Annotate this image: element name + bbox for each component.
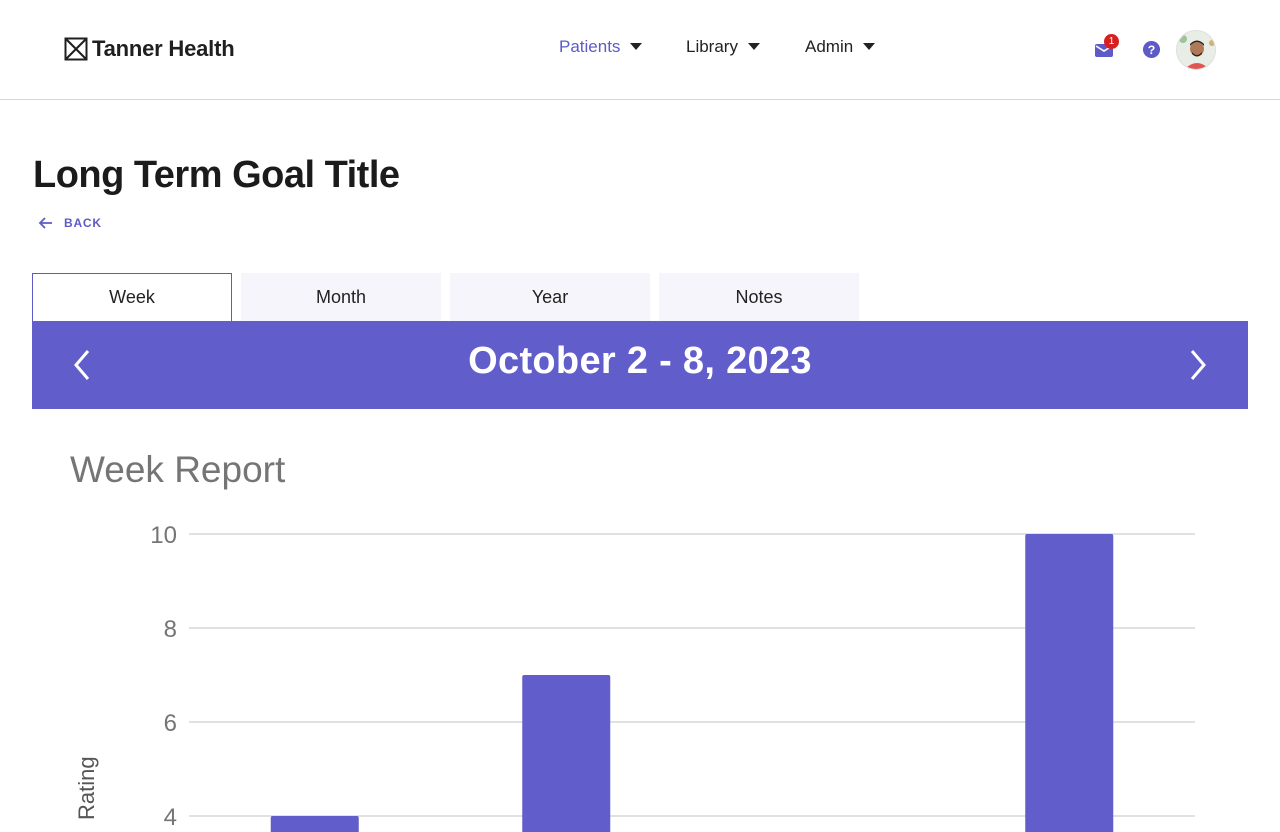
bar	[270, 816, 359, 832]
brand[interactable]: Tanner Health	[64, 36, 235, 62]
tab-week[interactable]: Week	[32, 273, 232, 321]
user-avatar-icon	[1177, 31, 1215, 69]
y-tick-label: 10	[150, 522, 177, 549]
nav-library-label: Library	[686, 37, 738, 56]
nav-patients-label: Patients	[559, 37, 621, 56]
nav-admin[interactable]: Admin	[805, 37, 876, 57]
y-tick-label: 6	[164, 710, 177, 737]
nav-admin-label: Admin	[805, 37, 854, 56]
bar	[1025, 534, 1114, 832]
back-label: BACK	[64, 216, 102, 230]
page-title: Long Term Goal Title	[33, 154, 400, 196]
logo-icon	[64, 37, 88, 61]
back-link[interactable]: BACK	[38, 215, 102, 231]
brand-name: Tanner Health	[92, 36, 235, 61]
caret-down-icon	[863, 43, 876, 50]
tab-month[interactable]: Month	[241, 273, 441, 321]
nav-patients[interactable]: Patients	[559, 37, 643, 57]
y-tick-label: 4	[164, 804, 177, 831]
bar	[522, 675, 611, 832]
chevron-right-icon[interactable]	[1184, 345, 1212, 385]
avatar[interactable]	[1176, 30, 1216, 70]
arrow-left-icon	[38, 217, 52, 229]
help-icon[interactable]: ?	[1142, 40, 1161, 59]
tab-year[interactable]: Year	[450, 273, 650, 321]
top-navigation-bar: Tanner Health Patients Library Admin 1 ?	[0, 0, 1280, 100]
y-tick-label: 8	[164, 616, 177, 643]
caret-down-icon	[630, 43, 643, 50]
y-axis-label: Rating	[74, 756, 99, 820]
caret-down-icon	[747, 43, 760, 50]
tab-notes[interactable]: Notes	[659, 273, 859, 321]
week-report-chart: 10 8 6 4 Rating	[74, 522, 1195, 832]
svg-text:?: ?	[1148, 43, 1156, 57]
nav-library[interactable]: Library	[686, 37, 760, 57]
chart-title: Week Report	[70, 449, 286, 490]
period-navigator: October 2 - 8, 2023	[32, 321, 1248, 409]
period-label: October 2 - 8, 2023	[468, 340, 812, 382]
notification-badge: 1	[1104, 34, 1119, 49]
